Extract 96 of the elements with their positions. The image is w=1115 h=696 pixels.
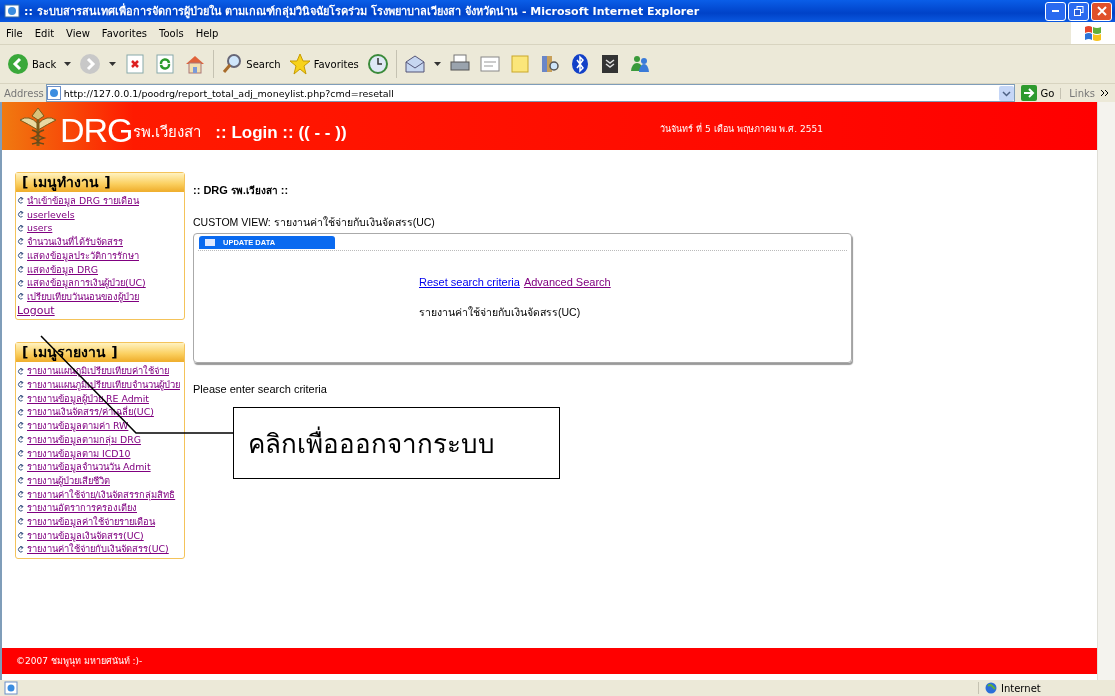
login-text: :: Login :: (( - - )) [215,123,348,143]
logo-subtitle: รพ.เวียงสา [132,122,202,143]
menu-item[interactable]: Edit [28,27,61,39]
refresh-bullet-icon [17,395,24,403]
menu-link[interactable]: userlevels [17,207,184,222]
people-icon [628,53,651,75]
menu-link[interactable]: จำนวนเงินที่ได้รับจัดสรร [17,235,184,249]
menu-link[interactable]: รายงานข้อมูลตาม ICD10 [17,446,184,461]
menu-link[interactable]: รายงานข้อมูลเงินจัดสรร(UC) [17,528,184,543]
favorites-button[interactable]: Favorites [285,50,362,78]
refresh-bullet-icon [17,422,24,430]
refresh-bullet-icon [17,252,24,260]
menu-link[interactable]: users [17,221,184,236]
arrow-icon [1021,85,1038,101]
logout-link[interactable]: Logout [17,303,184,318]
menu-link[interactable]: รายงานข้อมูลตามกลุ่ม DRG [17,432,184,447]
refresh-bullet-icon [17,449,24,457]
refresh-bullet-icon [17,545,24,553]
go-button[interactable]: Go [1017,85,1059,101]
callout-text: คลิกเพื่อออกจากระบบ [233,407,560,479]
address-label: Address [4,87,44,99]
refresh-bullet-icon [17,279,24,287]
refresh-bullet-icon [17,436,24,444]
note-icon [508,53,531,75]
envelope-icon [403,53,426,75]
refresh-bullet-icon [17,477,24,485]
menu-item[interactable]: Tools [153,27,190,39]
logo-text: DRG [60,112,133,148]
minimize-button[interactable] [1045,1,1066,21]
refresh-bullet-icon [17,211,24,219]
date-text: วันจันทร์ ที่ 5 เดือน พฤษภาคม พ.ศ. 2551 [660,122,823,136]
page-icon [46,86,61,100]
menu-link[interactable]: รายงานอัตราการครองเตียง [17,501,184,516]
menu-link[interactable]: รายงานข้อมูลค่าใช้จ่ายรายเดือน [17,515,184,529]
clock-icon [366,53,389,75]
menu-link[interactable]: รายงานค่าใช้จ่ายกับเงินจัดสรร(UC) [17,542,184,557]
refresh-bullet-icon [17,491,24,498]
refresh-bullet-icon [17,532,24,540]
stop-icon [124,53,147,75]
footer-text: ©2007 ชมพูนุท มหายศนันท์ :)- [2,648,1097,674]
menu-link[interactable]: รายงานข้อมูลผู้ป่วย RE Admit [17,391,184,406]
menu-link[interactable]: รายงานข้อมูลตามค่า RW [17,419,184,433]
search-button[interactable]: Search [218,50,284,78]
menu-panel-title: [ เมนูทำงาน ] [16,173,184,192]
minimize-icon [1052,10,1059,12]
refresh-bullet-icon [17,197,24,205]
menu-link[interactable]: นำเข้าข้อมูล DRG รายเดือน [17,194,184,208]
chevron-icon [1101,89,1109,97]
window-title: :: ระบบสารสนเทศเพื่อการจัดการผู้ป่วยใน ตามเกณฑ์กลุ่มวินิจฉัยโรคร่วม โรงพยาบาลเวียงสา จังหวัดน่าน - Microsoft Internet Explorer [24,2,701,20]
dropdown-caret-icon [109,62,117,66]
refresh-bullet-icon [17,224,24,232]
search-link[interactable]: Advanced Search [523,276,611,288]
refresh-bullet-icon [17,504,24,512]
star-icon [288,53,311,75]
restore-button[interactable] [1068,1,1089,21]
links-button[interactable]: Links [1060,87,1099,99]
refresh-bullet-icon [17,293,24,301]
refresh-bullet-icon [17,367,24,375]
document-icon [478,53,501,75]
menu-item[interactable]: File [0,27,29,39]
restore-icon [1073,6,1084,16]
refresh-bullet-icon [17,265,24,273]
search-message: Please enter search criteria [193,383,328,395]
menu-link[interactable]: รายงานข้อมูลจำนวนวัน Admit [17,460,184,474]
refresh-bullet-icon [17,381,24,389]
menu-link[interactable]: รายงานค่าใช้จ่าย/เงินจัดสรรกลุ่มสิทธิ [17,487,184,502]
refresh-bullet-icon [17,463,24,471]
menu-link[interactable]: เปรียบเทียบวันนอนของผู้ป่วย [17,289,184,304]
back-button[interactable]: Back [4,50,60,78]
search-link[interactable]: Reset search criteria [419,276,520,288]
search-icon [221,53,244,75]
page-heading: :: DRG รพ.เวียงสา :: [193,183,290,198]
page-icon [4,3,20,19]
refresh-bullet-icon [17,238,24,246]
windows-flag-icon [1083,24,1103,42]
menu-item[interactable]: View [60,27,96,39]
menu-link[interactable]: แสดงข้อมูลประวัติการรักษา [17,248,184,263]
report-title: รายงานค่าใช้จ่ายกับเงินจัดสรร(UC) [419,305,582,320]
close-icon [1096,6,1107,16]
custom-view-label: CUSTOM VIEW: รายงานค่าใช้จ่ายกับเงินจัดสรร(UC) [193,215,436,230]
globe-icon [985,682,997,694]
menu-link[interactable]: รายงานผู้ป่วยเสียชีวิต [17,473,184,488]
menu-link[interactable]: แสดงข้อมูลการเงินผู้ป่วย(UC) [17,276,184,290]
scrollbar[interactable] [1097,102,1115,680]
close-button[interactable] [1091,1,1112,21]
refresh-bullet-icon [17,518,24,526]
refresh-bullet-icon [17,408,24,416]
menu-item[interactable]: Favorites [95,27,153,39]
refresh-icon [154,53,177,75]
menu-link[interactable]: แสดงข้อมูล DRG [17,262,184,277]
dropdown-caret-icon [64,62,72,66]
square-icon [205,239,215,246]
menu-item[interactable]: Help [189,27,225,39]
zone-label: Internet [1001,682,1041,694]
dropdown-caret-icon [433,62,441,66]
address-field[interactable]: http://127.0.0.1/poodrg/report_total_adj_moneylist.php?cmd=resetall [45,84,1016,102]
